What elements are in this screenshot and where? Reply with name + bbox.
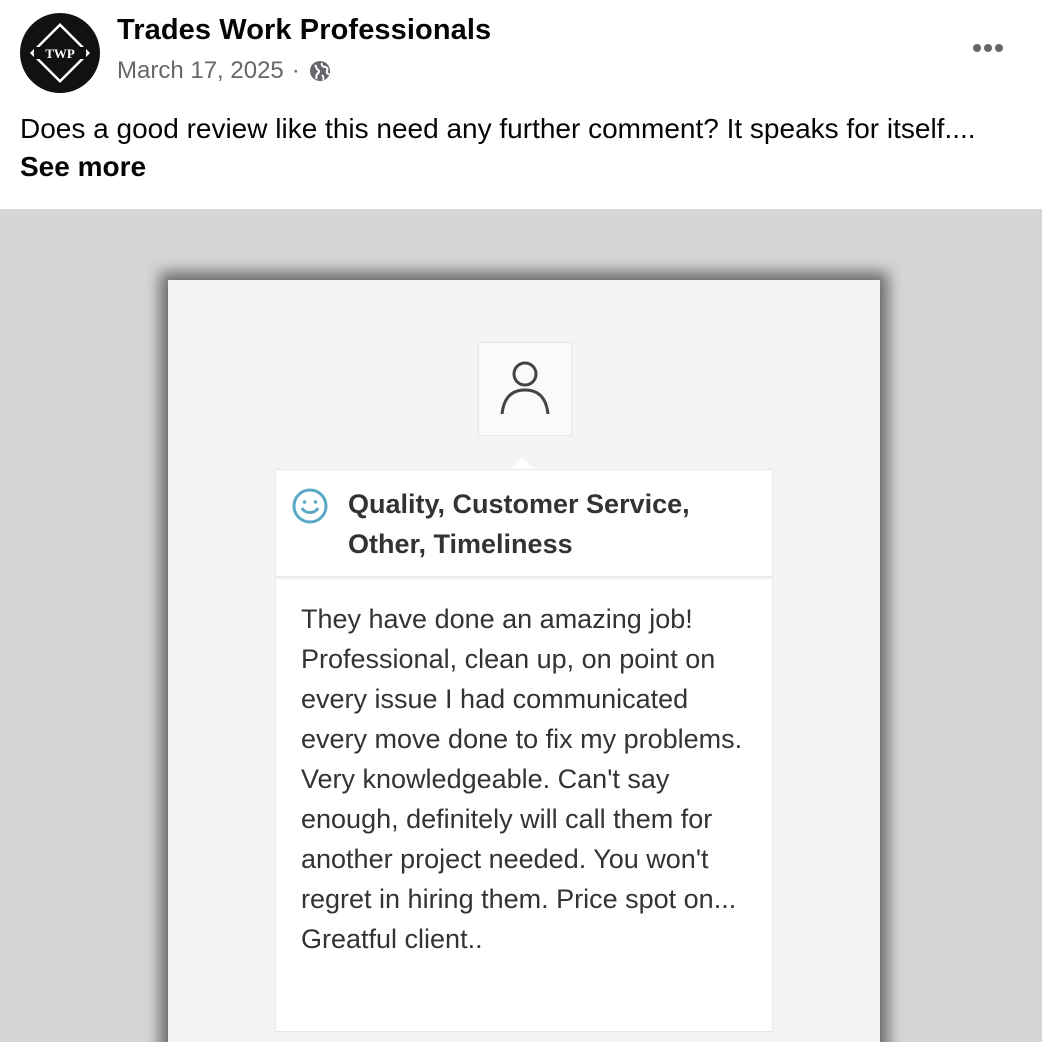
post-body: Does a good review like this need any fu… (20, 113, 976, 144)
review-tags-box: Quality, Customer Service, Other, Timeli… (275, 469, 773, 577)
post-options-button[interactable] (966, 30, 1010, 66)
post-text: Does a good review like this need any fu… (20, 110, 1020, 186)
twp-logo: TWP (29, 22, 91, 84)
page-name-link[interactable]: Trades Work Professionals (117, 14, 491, 47)
post-image[interactable]: Quality, Customer Service, Other, Timeli… (0, 210, 1042, 1042)
review-comment: They have done an amazing job! Professio… (301, 604, 743, 954)
avatar-text: TWP (45, 46, 75, 61)
meta-separator: · (291, 57, 300, 84)
reviewer-avatar (478, 342, 572, 436)
post-meta: March 17, 2025 · (117, 57, 332, 85)
review-card: Quality, Customer Service, Other, Timeli… (168, 280, 880, 1042)
see-more-link[interactable]: See more (20, 151, 146, 182)
page-avatar[interactable]: TWP (20, 13, 100, 93)
post-header: TWP Trades Work Professionals March 17, … (0, 0, 1042, 210)
user-icon (500, 361, 550, 415)
review-comment-box: They have done an amazing job! Professio… (275, 578, 773, 1032)
post-date[interactable]: March 17, 2025 (117, 57, 284, 85)
review-tags: Quality, Customer Service, Other, Timeli… (348, 489, 690, 559)
globe-icon[interactable] (308, 59, 332, 83)
ellipsis-icon (973, 44, 1003, 52)
smile-icon (292, 488, 328, 524)
